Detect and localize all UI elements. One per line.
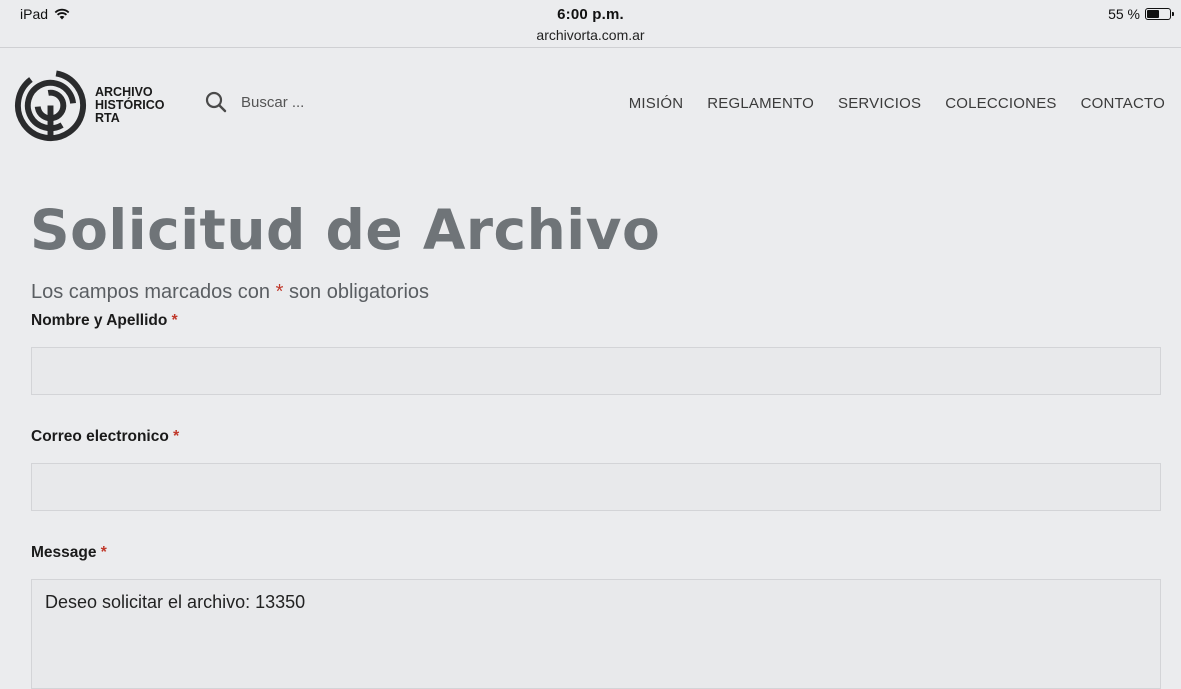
name-label-text: Nombre y Apellido: [31, 312, 168, 329]
email-field[interactable]: [31, 463, 1161, 511]
search-icon[interactable]: [205, 91, 227, 113]
message-field[interactable]: Deseo solicitar el archivo: 13350: [31, 579, 1161, 689]
battery-icon: [1145, 8, 1174, 20]
status-center: 6:00 p.m. archivorta.com.ar: [0, 6, 1181, 43]
required-notice: Los campos marcados con * son obligatori…: [31, 281, 429, 304]
status-time: 6:00 p.m.: [557, 6, 624, 23]
archive-logo-icon: [14, 69, 87, 142]
status-bar: iPad 6:00 p.m. archivorta.com.ar 55 %: [0, 0, 1181, 48]
required-asterisk: *: [275, 281, 284, 303]
status-right: 55 %: [1108, 6, 1174, 22]
required-notice-after: son obligatorios: [288, 281, 430, 303]
nav-item-contacto[interactable]: CONTACTO: [1081, 95, 1165, 112]
logo-line-3: RTA: [95, 111, 120, 125]
main-nav: MISIÓN REGLAMENTO SERVICIOS COLECCIONES …: [629, 95, 1165, 112]
message-label: Message *: [31, 544, 107, 562]
address-bar-url[interactable]: archivorta.com.ar: [0, 27, 1181, 43]
name-label: Nombre y Apellido *: [31, 312, 178, 330]
site-logo[interactable]: ARCHIVO HISTÓRICO RTA: [14, 69, 164, 142]
required-notice-before: Los campos marcados con: [31, 281, 271, 303]
search-input[interactable]: [241, 93, 441, 111]
name-required-asterisk: *: [171, 312, 178, 329]
message-label-text: Message: [31, 544, 97, 561]
nav-item-mision[interactable]: MISIÓN: [629, 95, 684, 112]
logo-text: ARCHIVO HISTÓRICO RTA: [95, 86, 164, 125]
message-required-asterisk: *: [100, 544, 107, 561]
email-label-text: Correo electronico: [31, 428, 169, 445]
email-label: Correo electronico *: [31, 428, 179, 446]
site-header: ARCHIVO HISTÓRICO RTA MISIÓN REGLAMENTO …: [0, 49, 1181, 159]
nav-item-colecciones[interactable]: COLECCIONES: [945, 95, 1056, 112]
nav-item-servicios[interactable]: SERVICIOS: [838, 95, 921, 112]
search-box[interactable]: [205, 91, 441, 113]
email-required-asterisk: *: [173, 428, 180, 445]
battery-percent: 55 %: [1108, 6, 1140, 22]
name-field[interactable]: [31, 347, 1161, 395]
nav-item-reglamento[interactable]: REGLAMENTO: [707, 95, 814, 112]
battery-fill: [1147, 10, 1160, 18]
page-title: Solicitud de Archivo: [30, 198, 661, 262]
